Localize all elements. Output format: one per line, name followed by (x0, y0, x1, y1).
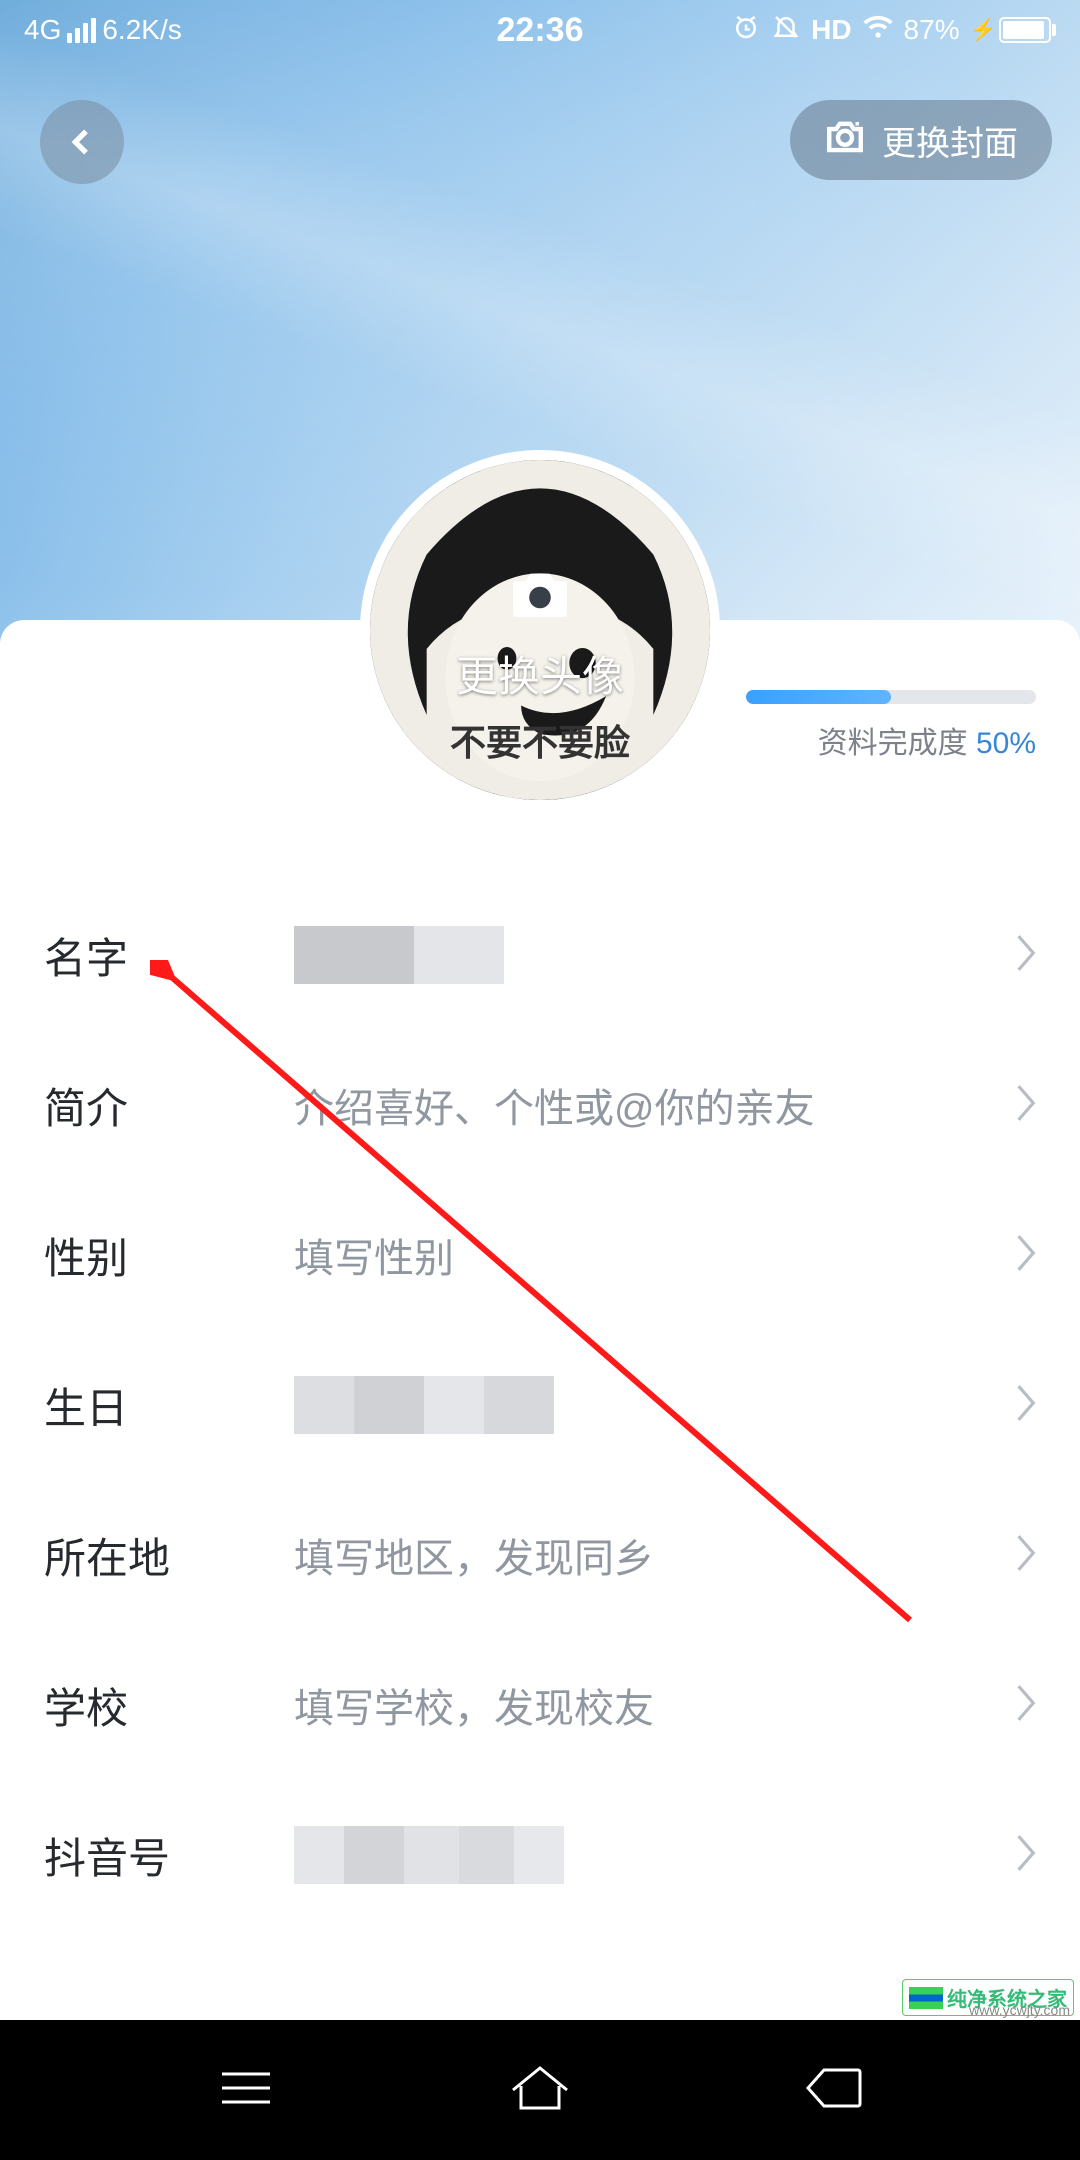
row-gender[interactable]: 性别 填写性别 (0, 1180, 1080, 1330)
change-avatar-label: 更换头像 (456, 643, 624, 704)
progress-label-text: 资料完成度 (818, 727, 976, 760)
row-label: 性别 (44, 1225, 294, 1286)
profile-completeness: 资料完成度 50% (746, 690, 1036, 762)
row-value: 介绍喜好、个性或@你的亲友 (294, 1076, 998, 1134)
row-label: 名字 (44, 925, 294, 986)
row-name[interactable]: 名字 (0, 880, 1080, 1030)
row-label: 简介 (44, 1075, 294, 1136)
watermark-url: www.ycwjty.com (969, 2002, 1070, 2018)
battery-pct: 87% (904, 14, 960, 46)
row-value-censored (294, 1376, 998, 1434)
status-bar: 4G 6.2K/s 22:36 HD 87% ⚡ (0, 0, 1080, 60)
profile-field-list: 名字 简介 介绍喜好、个性或@你的亲友 性别 填写性别 生日 所在地 填写地区， (0, 880, 1080, 1930)
progress-track (746, 690, 1036, 704)
row-value-censored (294, 1826, 998, 1884)
nav-menu-button[interactable] (216, 2066, 276, 2115)
row-value: 填写地区，发现同乡 (294, 1526, 998, 1584)
hd-label: HD (811, 14, 851, 46)
avatar-meme-text: 不要不要脸 (450, 714, 630, 766)
chevron-right-icon (1014, 1382, 1040, 1429)
row-birthday[interactable]: 生日 (0, 1330, 1080, 1480)
row-label: 抖音号 (44, 1825, 294, 1886)
battery-icon: ⚡ (970, 17, 1056, 43)
change-cover-label: 更换封面 (882, 116, 1018, 165)
chevron-right-icon (1014, 932, 1040, 979)
watermark-flag-icon (909, 1987, 943, 2009)
row-value: 填写性别 (294, 1226, 998, 1284)
row-label: 所在地 (44, 1525, 294, 1586)
alarm-icon (731, 12, 761, 49)
chevron-right-icon (1014, 1682, 1040, 1729)
wifi-icon (862, 11, 894, 50)
camera-icon (824, 115, 866, 166)
back-button[interactable] (40, 100, 124, 184)
row-douyin-id[interactable]: 抖音号 (0, 1780, 1080, 1930)
row-label: 生日 (44, 1375, 294, 1436)
row-label: 学校 (44, 1675, 294, 1736)
nav-back-button[interactable] (804, 2064, 864, 2117)
row-value: 填写学校，发现校友 (294, 1676, 998, 1734)
change-cover-button[interactable]: 更换封面 (790, 100, 1052, 180)
chevron-right-icon (1014, 1832, 1040, 1879)
progress-fill (746, 690, 891, 704)
avatar[interactable]: 更换头像 不要不要脸 (360, 450, 720, 810)
chevron-right-icon (1014, 1232, 1040, 1279)
row-school[interactable]: 学校 填写学校，发现校友 (0, 1630, 1080, 1780)
dnd-icon (771, 12, 801, 49)
system-nav-bar (0, 2020, 1080, 2160)
network-speed: 6.2K/s (102, 14, 181, 46)
row-location[interactable]: 所在地 填写地区，发现同乡 (0, 1480, 1080, 1630)
clock: 22:36 (497, 11, 584, 50)
signal-icon (67, 18, 96, 43)
chevron-right-icon (1014, 1082, 1040, 1129)
camera-icon (504, 557, 576, 629)
chevron-right-icon (1014, 1532, 1040, 1579)
row-bio[interactable]: 简介 介绍喜好、个性或@你的亲友 (0, 1030, 1080, 1180)
row-value-censored (294, 926, 998, 984)
nav-home-button[interactable] (507, 2062, 573, 2119)
progress-percent: 50% (976, 727, 1036, 760)
network-type: 4G (24, 14, 61, 46)
